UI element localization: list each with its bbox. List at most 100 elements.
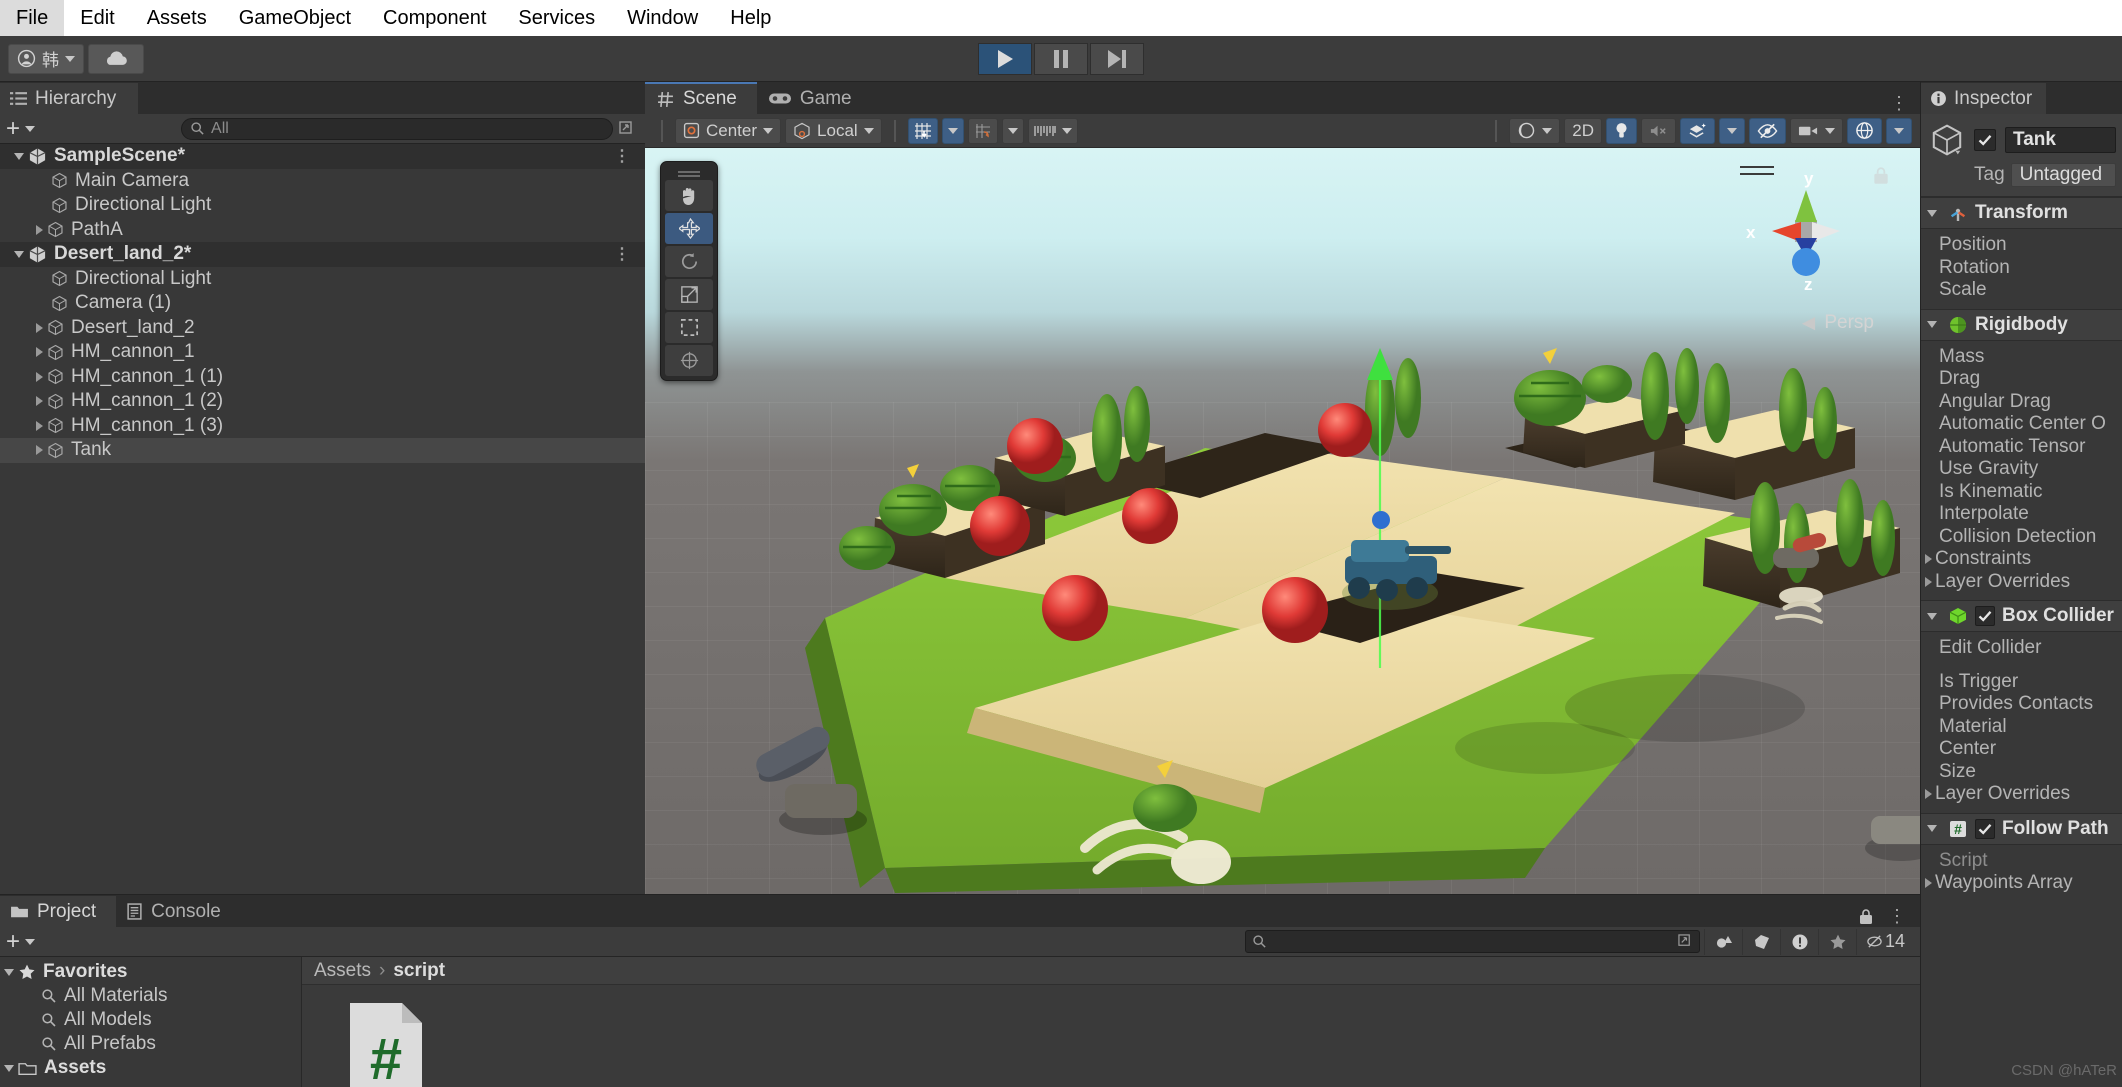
hierarchy-item[interactable]: HM_cannon_1 — [0, 340, 645, 365]
property-row[interactable]: Automatic Tensor — [1921, 436, 2122, 459]
tab-project[interactable]: Project — [0, 896, 116, 927]
property-row[interactable]: Script — [1921, 850, 2122, 873]
chevron-down-icon[interactable] — [1927, 321, 1937, 328]
project-tree-item[interactable]: All Prefabs — [0, 1032, 301, 1056]
rect-tool-button[interactable] — [665, 312, 713, 343]
component-header-box-collider[interactable]: Box Collider — [1921, 600, 2122, 632]
chevron-right-icon[interactable] — [36, 445, 43, 455]
account-button[interactable]: 韩 — [8, 44, 84, 74]
chevron-right-icon[interactable] — [36, 347, 43, 357]
chevron-down-icon[interactable] — [14, 251, 24, 258]
property-row[interactable]: Waypoints Array — [1921, 872, 2122, 895]
breadcrumb-current[interactable]: script — [393, 960, 445, 982]
property-row[interactable]: Angular Drag — [1921, 391, 2122, 414]
menu-item-help[interactable]: Help — [714, 0, 787, 36]
property-row[interactable]: Is Kinematic — [1921, 481, 2122, 504]
hierarchy-tree[interactable]: SampleScene*⋮Main CameraDirectional Ligh… — [0, 144, 645, 894]
type-filter-button[interactable] — [1704, 929, 1742, 955]
hierarchy-item[interactable]: SampleScene*⋮ — [0, 144, 645, 169]
property-row[interactable]: Rotation — [1921, 257, 2122, 280]
component-header-transform[interactable]: Transform — [1921, 197, 2122, 229]
property-row[interactable]: Center — [1921, 738, 2122, 761]
zoom-slider[interactable]: 14 — [1856, 929, 1914, 955]
project-tree-item[interactable]: All Materials — [0, 984, 301, 1008]
grid-snap-dropdown[interactable] — [942, 118, 964, 144]
palette-grip[interactable] — [665, 166, 713, 178]
warning-filter-button[interactable] — [1780, 929, 1818, 955]
chevron-down-icon[interactable] — [4, 969, 14, 976]
property-row[interactable]: Size — [1921, 761, 2122, 784]
hierarchy-item[interactable]: Main Camera — [0, 169, 645, 194]
tab-inspector[interactable]: Inspector — [1921, 83, 2046, 114]
property-row[interactable]: Position — [1921, 234, 2122, 257]
tab-console[interactable]: Console — [116, 896, 241, 927]
object-enabled-checkbox[interactable] — [1974, 129, 1996, 151]
property-row[interactable]: Material — [1921, 716, 2122, 739]
project-tree-item[interactable]: All Models — [0, 1008, 301, 1032]
component-enabled-checkbox[interactable] — [1975, 606, 1995, 626]
hierarchy-search-expand-icon[interactable] — [619, 121, 635, 137]
hierarchy-item[interactable]: Camera (1) — [0, 291, 645, 316]
hierarchy-item[interactable]: Directional Light — [0, 193, 645, 218]
menu-item-component[interactable]: Component — [367, 0, 502, 36]
menu-item-services[interactable]: Services — [502, 0, 611, 36]
chevron-right-icon[interactable] — [1925, 554, 1932, 564]
transform-tool-button[interactable] — [665, 345, 713, 376]
toggle-fx-button[interactable] — [1680, 118, 1715, 144]
label-filter-button[interactable] — [1742, 929, 1780, 955]
hierarchy-item[interactable]: Tank — [0, 438, 645, 463]
component-header-follow-path[interactable]: #Follow Path — [1921, 813, 2122, 845]
search-expand-icon[interactable] — [1678, 934, 1693, 949]
hierarchy-item[interactable]: PathA — [0, 218, 645, 243]
asset-item[interactable]: # — [344, 1001, 428, 1087]
hierarchy-item[interactable]: Directional Light — [0, 267, 645, 292]
shading-mode-dropdown[interactable] — [1509, 118, 1560, 144]
chevron-right-icon[interactable] — [1925, 789, 1932, 799]
hierarchy-item[interactable]: Desert_land_2*⋮ — [0, 242, 645, 267]
scene-visibility-button[interactable] — [1749, 118, 1786, 144]
component-header-rigidbody[interactable]: Rigidbody — [1921, 309, 2122, 341]
chevron-down-icon[interactable] — [1927, 613, 1937, 620]
pause-button[interactable] — [1034, 43, 1088, 75]
chevron-right-icon[interactable] — [36, 372, 43, 382]
hierarchy-item[interactable]: HM_cannon_1 (2) — [0, 389, 645, 414]
project-add-button[interactable]: + — [6, 930, 35, 954]
chevron-down-icon[interactable] — [1927, 825, 1937, 832]
orientation-gizmo[interactable]: y x z — [1732, 158, 1882, 308]
property-row[interactable]: Is Trigger — [1921, 671, 2122, 694]
property-row[interactable]: Mass — [1921, 346, 2122, 369]
pivot-rotation-dropdown[interactable]: Local — [785, 118, 882, 144]
scene-viewport[interactable]: y x z ◄ Persp — [645, 148, 1920, 894]
project-tree-item[interactable]: Favorites — [0, 960, 301, 984]
step-button[interactable] — [1090, 43, 1144, 75]
property-row[interactable]: Scale — [1921, 279, 2122, 302]
hierarchy-item-menu-icon[interactable]: ⋮ — [614, 146, 631, 166]
ruler-button[interactable] — [1028, 118, 1078, 144]
menu-item-window[interactable]: Window — [611, 0, 714, 36]
property-row[interactable]: Interpolate — [1921, 503, 2122, 526]
toggle-audio-button[interactable] — [1641, 118, 1676, 144]
chevron-right-icon[interactable] — [36, 323, 43, 333]
project-lock-icon[interactable] — [1858, 908, 1874, 926]
pivot-mode-dropdown[interactable]: Center — [675, 118, 781, 144]
chevron-right-icon[interactable] — [36, 396, 43, 406]
favorite-filter-button[interactable] — [1818, 929, 1856, 955]
rotate-tool-button[interactable] — [665, 246, 713, 277]
chevron-right-icon[interactable] — [36, 225, 43, 235]
grid-increment-dropdown[interactable] — [1002, 118, 1024, 144]
hierarchy-search-input[interactable]: All — [181, 118, 613, 140]
grid-snap-toggle[interactable] — [908, 118, 938, 144]
grid-increment-toggle[interactable] — [968, 118, 998, 144]
hierarchy-item[interactable]: Desert_land_2 — [0, 316, 645, 341]
toolbar-grip[interactable] — [661, 120, 663, 142]
component-enabled-checkbox[interactable] — [1975, 819, 1995, 839]
gizmos-dropdown[interactable] — [1886, 118, 1912, 144]
tab-hierarchy[interactable]: Hierarchy — [0, 83, 138, 114]
toolbar-grip-2[interactable] — [894, 120, 896, 142]
hierarchy-item[interactable]: HM_cannon_1 (3) — [0, 414, 645, 439]
hierarchy-add-button[interactable]: + — [6, 117, 35, 141]
project-search-input[interactable] — [1245, 930, 1700, 953]
menu-item-assets[interactable]: Assets — [131, 0, 223, 36]
gizmos-toggle-button[interactable] — [1847, 118, 1882, 144]
chevron-down-icon[interactable] — [14, 153, 24, 160]
